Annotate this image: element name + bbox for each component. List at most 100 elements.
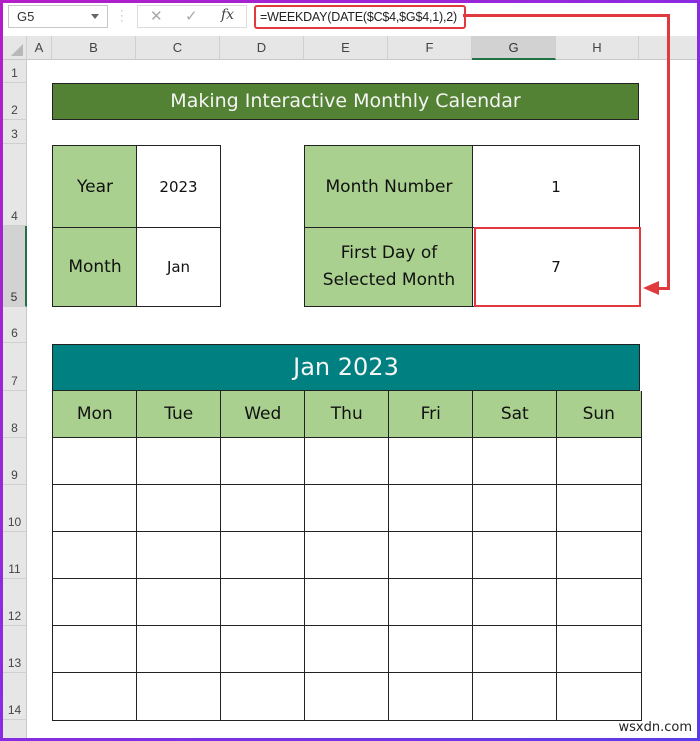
calendar-date-cell[interactable] [220, 437, 306, 486]
row-header-6[interactable]: 6 [3, 307, 27, 343]
calendar-date-cell[interactable] [388, 625, 474, 674]
row-header-1[interactable]: 1 [3, 60, 27, 83]
calendar-date-cell[interactable] [52, 578, 138, 627]
insert-function-icon[interactable]: fx [221, 7, 234, 23]
column-header-e[interactable]: E [304, 36, 388, 60]
calendar-date-cell[interactable] [136, 531, 222, 580]
calendar-date-cell[interactable] [388, 484, 474, 533]
calendar-date-cell[interactable] [52, 484, 138, 533]
calendar-date-cell[interactable] [52, 625, 138, 674]
calendar-date-cell[interactable] [220, 531, 306, 580]
row-number: 13 [7, 656, 22, 670]
row-number: 1 [11, 66, 18, 80]
row-header-9[interactable]: 9 [3, 438, 27, 485]
column-header-g[interactable]: G [472, 36, 556, 60]
column-header-d[interactable]: D [220, 36, 304, 60]
row-header-5[interactable]: 5 [3, 226, 27, 307]
row-number: 14 [7, 703, 22, 717]
row-header-10[interactable]: 10 [3, 485, 27, 532]
row-header-12[interactable]: 12 [3, 579, 27, 626]
column-header-h[interactable]: H [556, 36, 639, 60]
weekday-header-fri[interactable]: Fri [388, 391, 474, 438]
calendar-date-cell[interactable] [136, 625, 222, 674]
cancel-icon[interactable]: ✕ [150, 7, 163, 25]
weekday-header-thu[interactable]: Thu [304, 391, 390, 438]
calendar-date-cell[interactable] [304, 578, 390, 627]
calendar-date-cell[interactable] [304, 484, 390, 533]
calendar-date-cell[interactable] [136, 578, 222, 627]
calendar-date-cell[interactable] [556, 625, 642, 674]
year-label[interactable]: Year [52, 145, 138, 229]
calendar-date-cell[interactable] [304, 531, 390, 580]
calendar-date-cell[interactable] [220, 484, 306, 533]
row-header-4[interactable]: 4 [3, 144, 27, 226]
name-box[interactable]: G5 [8, 5, 108, 28]
annotation-arrow-line [667, 14, 670, 290]
row-number: 6 [11, 326, 18, 340]
enter-icon[interactable]: ✓ [185, 7, 198, 25]
calendar-date-cell[interactable] [136, 484, 222, 533]
row-header-filler [3, 720, 27, 738]
chevron-down-icon[interactable] [91, 14, 99, 19]
calendar-date-cell[interactable] [556, 531, 642, 580]
calendar-date-cell[interactable] [52, 672, 138, 721]
weekday-header-sun[interactable]: Sun [556, 391, 642, 438]
column-header-b[interactable]: B [52, 36, 136, 60]
month-number-value[interactable]: 1 [472, 145, 640, 229]
calendar-date-cell[interactable] [556, 484, 642, 533]
calendar-date-cell[interactable] [556, 672, 642, 721]
weekday-header-wed[interactable]: Wed [220, 391, 306, 438]
formula-input[interactable]: =WEEKDAY(DATE($C$4,$G$4,1),2) [254, 5, 466, 29]
select-all-button[interactable] [3, 36, 27, 60]
calendar-date-cell[interactable] [472, 437, 558, 486]
formula-bar: G5 · · · ✕ ✓ fx =WEEKDAY(DATE($C$4,$G$4,1)… [3, 3, 697, 31]
calendar-date-cell[interactable] [220, 625, 306, 674]
calendar-date-cell[interactable] [388, 531, 474, 580]
name-box-value: G5 [17, 9, 35, 24]
column-header-f[interactable]: F [388, 36, 472, 60]
calendar-date-cell[interactable] [52, 531, 138, 580]
row-number: 4 [11, 209, 18, 223]
row-header-14[interactable]: 14 [3, 673, 27, 720]
calendar-date-cell[interactable] [556, 437, 642, 486]
formula-actions: ✕ ✓ fx [137, 5, 247, 28]
calendar-date-cell[interactable] [472, 578, 558, 627]
year-value[interactable]: 2023 [136, 145, 221, 229]
calendar-date-cell[interactable] [388, 437, 474, 486]
calendar-date-cell[interactable] [472, 625, 558, 674]
calendar-date-cell[interactable] [136, 437, 222, 486]
selected-cell-highlight [474, 227, 641, 307]
calendar-date-cell[interactable] [388, 672, 474, 721]
calendar-date-cell[interactable] [220, 672, 306, 721]
row-header-2[interactable]: 2 [3, 83, 27, 120]
calendar-date-cell[interactable] [472, 672, 558, 721]
first-day-label[interactable]: First Day of Selected Month [304, 227, 474, 307]
calendar-date-cell[interactable] [556, 578, 642, 627]
row-number: 3 [11, 127, 18, 141]
row-header-3[interactable]: 3 [3, 120, 27, 144]
row-header-8[interactable]: 8 [3, 391, 27, 438]
weekday-header-mon[interactable]: Mon [52, 391, 138, 438]
calendar-title[interactable]: Making Interactive Monthly Calendar [52, 83, 639, 120]
column-header-a[interactable]: A [27, 36, 52, 60]
drag-handle-icon[interactable]: · · · [120, 6, 124, 27]
calendar-date-cell[interactable] [388, 578, 474, 627]
column-header-c[interactable]: C [136, 36, 220, 60]
calendar-date-cell[interactable] [136, 672, 222, 721]
weekday-header-sat[interactable]: Sat [472, 391, 558, 438]
weekday-header-tue[interactable]: Tue [136, 391, 222, 438]
month-label[interactable]: Month [52, 227, 138, 307]
calendar-date-cell[interactable] [52, 437, 138, 486]
row-header-7[interactable]: 7 [3, 343, 27, 391]
row-header-13[interactable]: 13 [3, 626, 27, 673]
calendar-date-cell[interactable] [304, 672, 390, 721]
calendar-date-cell[interactable] [220, 578, 306, 627]
calendar-date-cell[interactable] [304, 625, 390, 674]
month-number-label[interactable]: Month Number [304, 145, 474, 229]
row-header-11[interactable]: 11 [3, 532, 27, 579]
calendar-date-cell[interactable] [472, 531, 558, 580]
calendar-date-cell[interactable] [304, 437, 390, 486]
month-value[interactable]: Jan [136, 227, 221, 307]
calendar-date-cell[interactable] [472, 484, 558, 533]
calendar-month-header[interactable]: Jan 2023 [52, 344, 640, 391]
